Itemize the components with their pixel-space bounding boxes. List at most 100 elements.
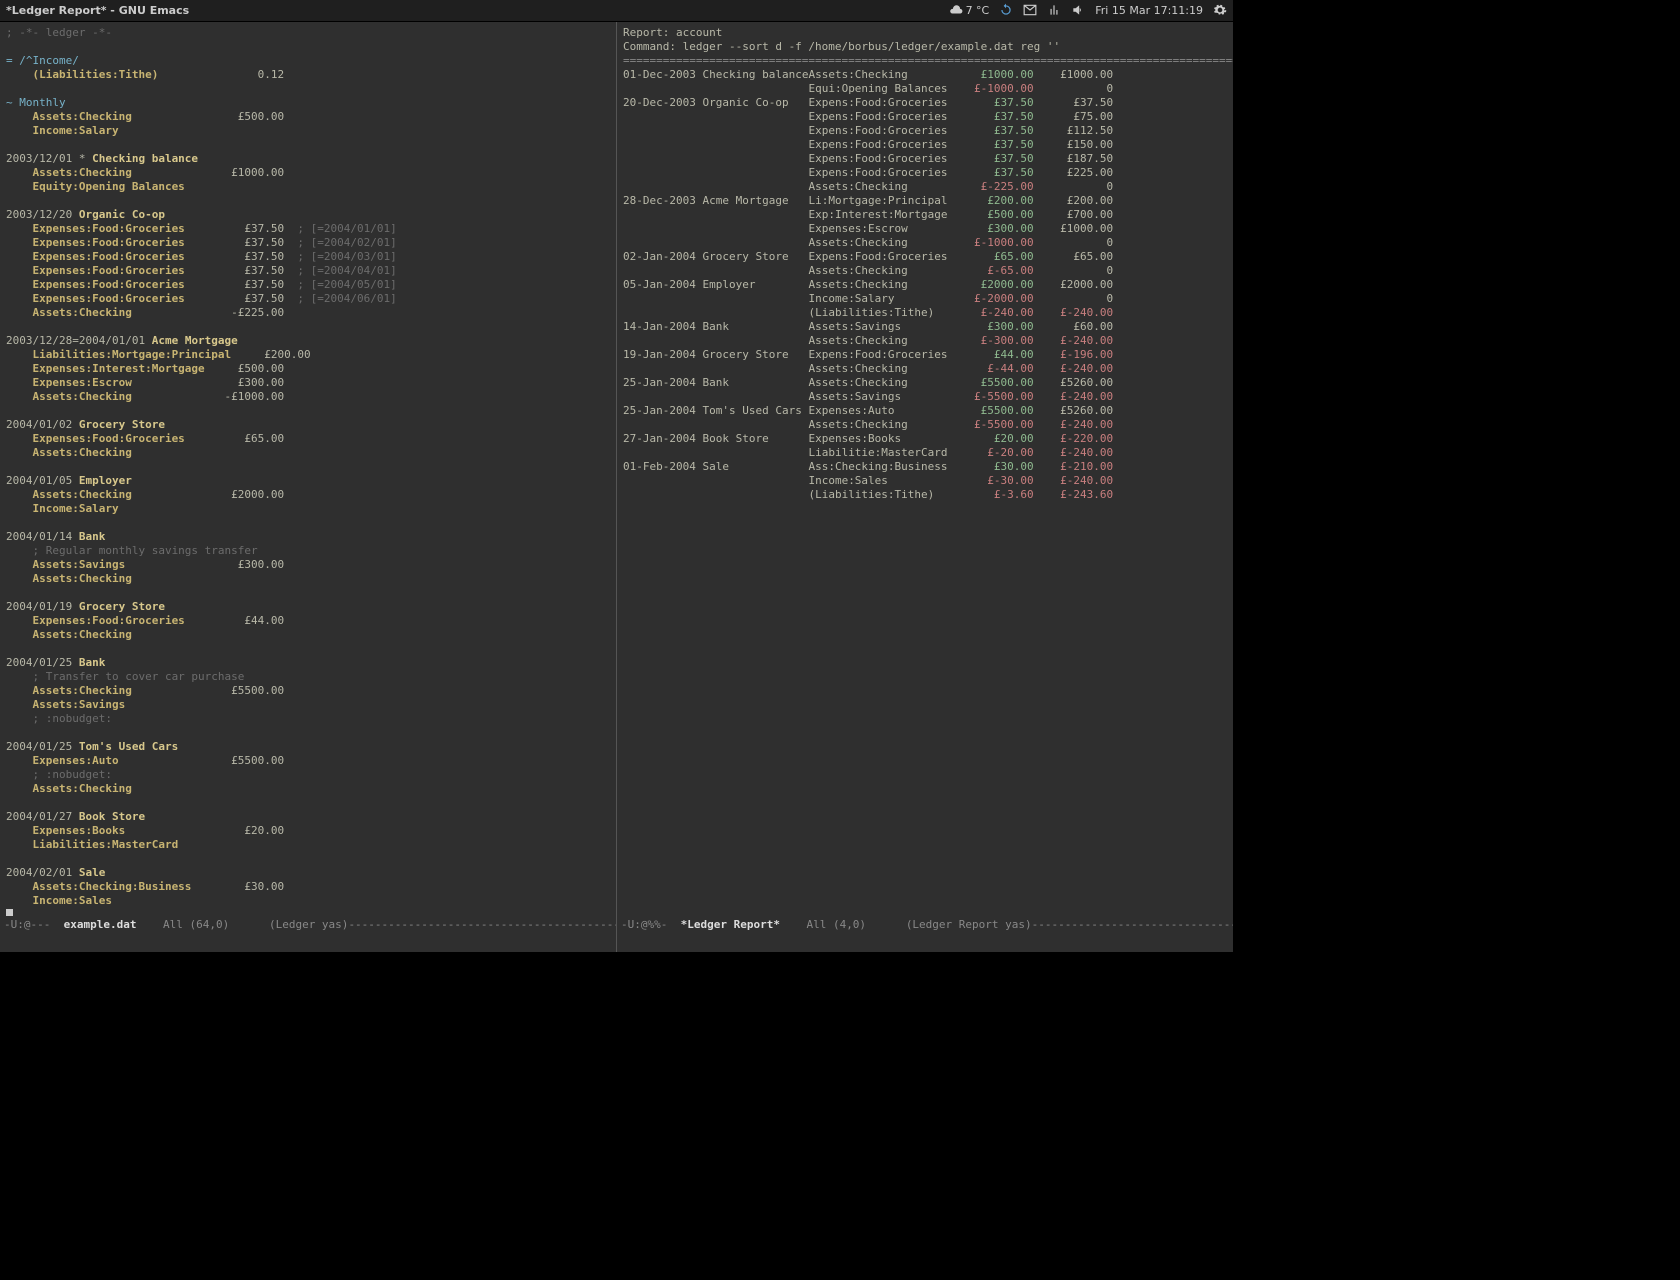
ledger-report-buffer[interactable]: Report: accountCommand: ledger --sort d … xyxy=(617,22,1233,506)
ledger-line[interactable] xyxy=(6,726,610,740)
report-line: Assets:Savings £-5500.00 £-240.00 xyxy=(623,390,1227,404)
ledger-line[interactable]: Assets:Checking xyxy=(6,572,610,586)
ledger-line[interactable]: Expenses:Auto £5500.00 xyxy=(6,754,610,768)
settings-gear-icon[interactable] xyxy=(1213,3,1227,17)
ledger-line[interactable] xyxy=(6,796,610,810)
ledger-line[interactable]: Expenses:Escrow £300.00 xyxy=(6,376,610,390)
ledger-line[interactable]: 2003/12/01 * Checking balance xyxy=(6,152,610,166)
ledger-line[interactable] xyxy=(6,320,610,334)
refresh-icon[interactable] xyxy=(999,3,1013,17)
ledger-line[interactable]: 2004/01/14 Bank xyxy=(6,530,610,544)
ledger-line[interactable]: 2004/01/25 Bank xyxy=(6,656,610,670)
ledger-line[interactable]: Liabilities:MasterCard xyxy=(6,838,610,852)
report-line: Assets:Checking £-5500.00 £-240.00 xyxy=(623,418,1227,432)
network-icon[interactable] xyxy=(1047,3,1061,17)
report-line: Income:Salary £-2000.00 0 xyxy=(623,292,1227,306)
report-line: 25-Jan-2004 Tom's Used Cars Expenses:Aut… xyxy=(623,404,1227,418)
ledger-line[interactable]: 2003/12/28=2004/01/01 Acme Mortgage xyxy=(6,334,610,348)
ledger-line[interactable]: 2004/01/27 Book Store xyxy=(6,810,610,824)
system-tray: 7 °C Fri 15 Mar 17:11:19 xyxy=(949,3,1227,18)
ledger-line[interactable]: Assets:Savings £300.00 xyxy=(6,558,610,572)
ledger-line[interactable] xyxy=(6,852,610,866)
report-line: (Liabilities:Tithe) £-3.60 £-243.60 xyxy=(623,488,1227,502)
ledger-line[interactable]: Assets:Checking £2000.00 xyxy=(6,488,610,502)
ledger-line[interactable]: ; :nobudget: xyxy=(6,712,610,726)
ledger-line[interactable]: Expenses:Food:Groceries £44.00 xyxy=(6,614,610,628)
ledger-line[interactable]: Assets:Checking xyxy=(6,782,610,796)
report-line: Command: ledger --sort d -f /home/borbus… xyxy=(623,40,1227,54)
ledger-line[interactable]: Expenses:Food:Groceries £37.50 ; [=2004/… xyxy=(6,292,610,306)
ledger-line[interactable]: Income:Salary xyxy=(6,124,610,138)
ledger-line[interactable]: = /^Income/ xyxy=(6,54,610,68)
ledger-line[interactable] xyxy=(6,516,610,530)
ledger-line[interactable]: Expenses:Food:Groceries £37.50 ; [=2004/… xyxy=(6,278,610,292)
ledger-line[interactable] xyxy=(6,586,610,600)
ledger-line[interactable]: Assets:Savings xyxy=(6,698,610,712)
ledger-line[interactable]: Expenses:Food:Groceries £65.00 xyxy=(6,432,610,446)
report-line: 28-Dec-2003 Acme Mortgage Li:Mortgage:Pr… xyxy=(623,194,1227,208)
ledger-line[interactable]: 2004/02/01 Sale xyxy=(6,866,610,880)
volume-icon[interactable] xyxy=(1071,3,1085,17)
report-line: 01-Feb-2004 Sale Ass:Checking:Business £… xyxy=(623,460,1227,474)
ledger-line[interactable]: Expenses:Food:Groceries £37.50 ; [=2004/… xyxy=(6,236,610,250)
ledger-line[interactable]: Income:Salary xyxy=(6,502,610,516)
minibuffer[interactable] xyxy=(0,932,616,952)
ledger-line[interactable]: 2004/01/05 Employer xyxy=(6,474,610,488)
ledger-line[interactable]: Assets:Checking:Business £30.00 xyxy=(6,880,610,894)
right-modeline[interactable]: -U:@%%- *Ledger Report* All (4,0) (Ledge… xyxy=(617,916,1233,932)
ledger-line[interactable]: ; Transfer to cover car purchase xyxy=(6,670,610,684)
report-line: Income:Sales £-30.00 £-240.00 xyxy=(623,474,1227,488)
cloud-icon xyxy=(949,3,963,17)
ledger-line[interactable] xyxy=(6,404,610,418)
report-line: Assets:Checking £-300.00 £-240.00 xyxy=(623,334,1227,348)
report-line: Expens:Food:Groceries £37.50 £112.50 xyxy=(623,124,1227,138)
ledger-line[interactable]: 2003/12/20 Organic Co-op xyxy=(6,208,610,222)
ledger-line[interactable]: Assets:Checking £5500.00 xyxy=(6,684,610,698)
report-line: Equi:Opening Balances £-1000.00 0 xyxy=(623,82,1227,96)
report-line: Expens:Food:Groceries £37.50 £75.00 xyxy=(623,110,1227,124)
ledger-line[interactable] xyxy=(6,40,610,54)
ledger-line[interactable] xyxy=(6,82,610,96)
report-line: Assets:Checking £-65.00 0 xyxy=(623,264,1227,278)
weather-indicator[interactable]: 7 °C xyxy=(949,3,990,18)
ledger-line[interactable]: Expenses:Books £20.00 xyxy=(6,824,610,838)
weather-text: 7 °C xyxy=(966,3,990,18)
left-pane[interactable]: ; -*- ledger -*- = /^Income/ (Liabilitie… xyxy=(0,22,617,952)
ledger-line[interactable]: Expenses:Food:Groceries £37.50 ; [=2004/… xyxy=(6,222,610,236)
ledger-line[interactable]: ~ Monthly xyxy=(6,96,610,110)
ledger-line[interactable]: Assets:Checking xyxy=(6,446,610,460)
ledger-line[interactable]: Assets:Checking -£225.00 xyxy=(6,306,610,320)
ledger-line[interactable]: Assets:Checking xyxy=(6,628,610,642)
report-line: Expens:Food:Groceries £37.50 £225.00 xyxy=(623,166,1227,180)
ledger-line[interactable]: Income:Sales xyxy=(6,894,610,908)
ledger-line[interactable]: Assets:Checking £500.00 xyxy=(6,110,610,124)
ledger-line[interactable]: ; :nobudget: xyxy=(6,768,610,782)
ledger-line[interactable]: Expenses:Food:Groceries £37.50 ; [=2004/… xyxy=(6,250,610,264)
ledger-line[interactable]: Liabilities:Mortgage:Principal £200.00 xyxy=(6,348,610,362)
ledger-line[interactable]: ; -*- ledger -*- xyxy=(6,26,610,40)
ledger-line[interactable]: ; Regular monthly savings transfer xyxy=(6,544,610,558)
ledger-line[interactable]: Assets:Checking £1000.00 xyxy=(6,166,610,180)
ledger-source-buffer[interactable]: ; -*- ledger -*- = /^Income/ (Liabilitie… xyxy=(0,22,616,926)
ledger-line[interactable] xyxy=(6,138,610,152)
left-modeline[interactable]: -U:@--- example.dat All (64,0) (Ledger y… xyxy=(0,916,616,932)
report-line: 05-Jan-2004 Employer Assets:Checking £20… xyxy=(623,278,1227,292)
ledger-line[interactable]: Equity:Opening Balances xyxy=(6,180,610,194)
ledger-line[interactable]: Expenses:Food:Groceries £37.50 ; [=2004/… xyxy=(6,264,610,278)
report-line: Expenses:Escrow £300.00 £1000.00 xyxy=(623,222,1227,236)
mail-icon[interactable] xyxy=(1023,3,1037,17)
ledger-line[interactable]: (Liabilities:Tithe) 0.12 xyxy=(6,68,610,82)
report-line: 02-Jan-2004 Grocery Store Expens:Food:Gr… xyxy=(623,250,1227,264)
ledger-line[interactable]: 2004/01/25 Tom's Used Cars xyxy=(6,740,610,754)
ledger-line[interactable]: 2004/01/02 Grocery Store xyxy=(6,418,610,432)
ledger-line[interactable]: Expenses:Interest:Mortgage £500.00 xyxy=(6,362,610,376)
clock[interactable]: Fri 15 Mar 17:11:19 xyxy=(1095,3,1203,18)
ledger-line[interactable] xyxy=(6,642,610,656)
ledger-line[interactable] xyxy=(6,460,610,474)
ledger-line[interactable]: 2004/01/19 Grocery Store xyxy=(6,600,610,614)
ledger-line[interactable]: Assets:Checking -£1000.00 xyxy=(6,390,610,404)
report-line: Report: account xyxy=(623,26,1227,40)
right-pane[interactable]: Report: accountCommand: ledger --sort d … xyxy=(617,22,1233,952)
report-line: Assets:Checking £-1000.00 0 xyxy=(623,236,1227,250)
ledger-line[interactable] xyxy=(6,194,610,208)
